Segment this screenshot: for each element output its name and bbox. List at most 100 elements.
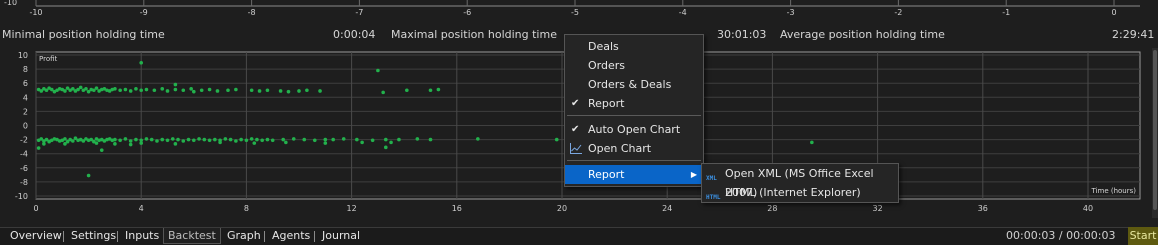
tab-journal[interactable]: Journal <box>318 228 364 244</box>
tab-divider <box>264 231 265 242</box>
data-point <box>181 88 186 93</box>
data-point <box>192 89 196 94</box>
x-axis-label: Time (hours) <box>1091 187 1137 195</box>
data-point <box>99 148 104 152</box>
data-point <box>149 137 154 142</box>
tab-divider <box>314 231 315 242</box>
y-axis-label: Profit <box>39 55 58 63</box>
tab-settings[interactable]: Settings <box>67 228 120 244</box>
tab-overview[interactable]: Overview <box>6 228 66 244</box>
line-chart-icon <box>570 143 582 154</box>
data-point <box>144 137 149 141</box>
data-point <box>128 142 133 147</box>
x-tick-label: -8 <box>248 8 256 17</box>
data-point <box>305 88 309 93</box>
start-button[interactable]: Start <box>1128 227 1158 245</box>
submenu-item-open-xml[interactable]: XML Open XML (MS Office Excel 2007) <box>702 164 898 199</box>
data-point <box>265 137 270 142</box>
y-tick-label: 6 <box>23 79 28 88</box>
data-point <box>139 141 143 145</box>
data-point <box>113 87 117 91</box>
data-point <box>228 137 233 142</box>
x-tick-label: -5 <box>571 8 579 17</box>
data-point <box>249 137 254 141</box>
data-point <box>355 137 359 142</box>
data-point <box>84 87 88 91</box>
data-point <box>223 137 228 141</box>
menu-item-report-toggle[interactable]: ✔ Report <box>565 94 703 113</box>
tab-agents[interactable]: Agents <box>268 228 314 244</box>
data-point <box>436 87 441 92</box>
data-point <box>281 137 286 142</box>
data-point <box>234 139 238 143</box>
submenu-item-html[interactable]: HTML HTML (Internet Explorer) <box>702 183 898 202</box>
x-tick-label: 28 <box>767 204 777 213</box>
data-point <box>234 87 238 92</box>
x-tick-label: -10 <box>29 8 42 17</box>
data-point <box>323 141 328 145</box>
data-point <box>192 138 196 143</box>
avg-holding-label: Average position holding time <box>780 28 945 41</box>
data-point <box>86 173 91 178</box>
data-point <box>128 89 133 93</box>
data-point <box>278 89 283 93</box>
data-point <box>286 89 291 94</box>
data-point <box>370 138 375 143</box>
tab-backtest[interactable]: Backtest <box>163 228 221 244</box>
x-tick-label: 0 <box>1111 8 1116 17</box>
y-tick-label: -8 <box>20 178 28 187</box>
data-point <box>389 140 393 145</box>
data-point <box>265 88 270 93</box>
menu-item-orders-deals[interactable]: Orders & Deals <box>565 75 703 94</box>
data-point <box>383 145 388 150</box>
data-point <box>139 60 143 65</box>
data-point <box>226 88 230 93</box>
menu-separator <box>567 160 701 161</box>
data-point <box>291 137 296 141</box>
data-point <box>257 89 262 93</box>
data-point <box>331 137 335 142</box>
menu-item-open-chart[interactable]: Open Chart <box>565 139 703 158</box>
x-tick-label: 0 <box>33 204 38 213</box>
x-tick-label: -6 <box>463 8 471 17</box>
data-point <box>360 140 364 145</box>
data-point <box>63 137 67 141</box>
vertical-scrollbar[interactable] <box>1152 48 1158 218</box>
data-point <box>428 88 433 93</box>
data-point <box>152 88 157 93</box>
y-tick-label: -4 <box>20 150 28 159</box>
data-point <box>260 138 264 143</box>
menu-item-orders[interactable]: Orders <box>565 56 703 75</box>
context-menu: Deals Orders Orders & Deals ✔ Report ✔ Aut… <box>564 34 704 187</box>
tab-inputs[interactable]: Inputs <box>121 228 163 244</box>
y-tick-label: 10 <box>18 51 28 60</box>
data-point <box>42 142 46 146</box>
menu-item-deals[interactable]: Deals <box>565 37 703 56</box>
data-point <box>383 137 388 142</box>
menu-item-report-submenu[interactable]: Report ▶ <box>565 165 703 184</box>
scrollbar-thumb[interactable] <box>1153 50 1157 210</box>
data-point <box>323 137 328 142</box>
data-point <box>215 89 220 93</box>
data-point <box>189 87 193 91</box>
bottom-tab-bar: Overview Settings Inputs Backtest Graph … <box>0 227 1158 245</box>
data-point <box>202 137 207 142</box>
data-point <box>134 87 138 91</box>
data-point <box>144 87 149 92</box>
data-point <box>199 88 204 93</box>
x-tick-label: -7 <box>355 8 363 17</box>
data-point <box>78 85 83 90</box>
data-point <box>128 139 133 143</box>
data-point <box>252 141 257 145</box>
menu-item-auto-open-chart[interactable]: ✔ Auto Open Chart <box>565 120 703 139</box>
tab-graph[interactable]: Graph <box>223 228 265 244</box>
data-point <box>170 137 175 141</box>
submenu-arrow-icon: ▶ <box>690 170 697 179</box>
min-holding-label: Minimal position holding time <box>2 28 165 41</box>
data-point <box>155 139 159 143</box>
x-tick-label: 8 <box>244 204 249 213</box>
checkmark-icon: ✔ <box>571 124 580 135</box>
data-point <box>94 86 99 90</box>
y-tick-label: 8 <box>23 65 28 74</box>
data-point <box>123 87 128 92</box>
